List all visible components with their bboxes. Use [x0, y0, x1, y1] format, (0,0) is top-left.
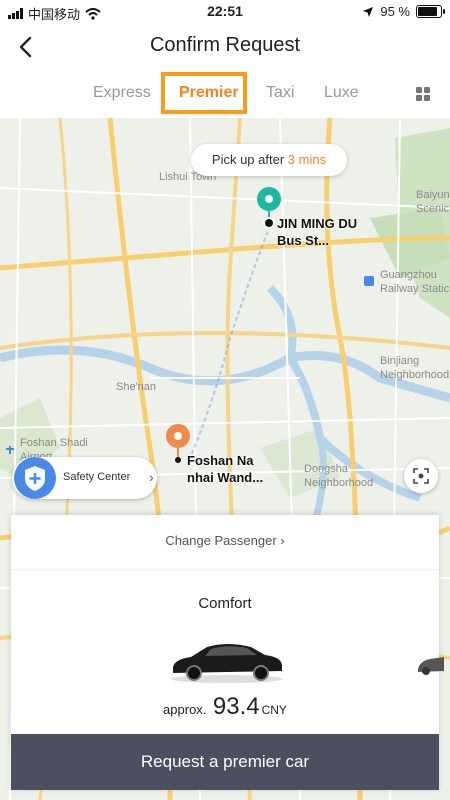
map-place-guangzhou-railway: Guangzhou Railway Static: [380, 269, 450, 295]
origin-label[interactable]: JIN MING DU Bus St...: [277, 215, 363, 249]
service-tabs: Express Premier Taxi Luxe: [0, 72, 450, 119]
change-passenger-label: Change Passenger: [165, 533, 277, 548]
pickup-eta-time: 3 mins: [287, 152, 327, 167]
shield-icon: [14, 457, 56, 499]
price-currency: CNY: [261, 703, 287, 717]
car-type-label: Comfort: [198, 595, 252, 612]
chevron-right-icon: ›: [280, 533, 285, 548]
recenter-icon: [413, 468, 429, 484]
map-place-dongsha: Dongsha Neighborhood: [304, 463, 374, 489]
tab-express[interactable]: Express: [93, 84, 151, 102]
change-passenger-link[interactable]: Change Passenger ›: [11, 533, 439, 548]
tab-taxi[interactable]: Taxi: [266, 84, 294, 102]
pickup-eta-prefix: Pick up after: [211, 152, 285, 167]
locate-me-button[interactable]: [404, 459, 438, 493]
grid-menu-icon[interactable]: [416, 87, 430, 101]
price-estimate: approx. 93.4 CNY: [11, 693, 439, 721]
map-place-shenan: She'nan: [116, 381, 157, 393]
tab-premier[interactable]: Premier: [179, 84, 239, 102]
nav-header: Confirm Request: [0, 24, 450, 68]
map-place-baiyun: Baiyun Scenic: [416, 189, 450, 215]
next-car-icon[interactable]: [416, 647, 444, 677]
safety-center-button[interactable]: Safety Center ›: [12, 457, 157, 499]
request-car-button[interactable]: Request a premier car: [11, 734, 439, 790]
divider: [11, 569, 439, 570]
battery-icon: [416, 5, 445, 18]
price-prefix: approx.: [163, 702, 207, 717]
status-bar: 中国移动 22:51 95 %: [0, 0, 450, 24]
location-arrow-icon: [363, 6, 374, 17]
car-icon[interactable]: [169, 637, 285, 685]
chevron-right-icon: ›: [149, 469, 154, 485]
battery-percent: 95 %: [380, 4, 410, 19]
destination-label[interactable]: Foshan Na nhai Wand...: [187, 452, 273, 486]
price-value: 93.4: [212, 693, 260, 720]
page-title: Confirm Request: [149, 34, 301, 56]
pickup-eta-bubble: Pick up after 3 mins: [191, 144, 347, 176]
safety-center-label: Safety Center: [63, 471, 131, 483]
tab-luxe[interactable]: Luxe: [324, 84, 359, 102]
map-place-binjiang: Binjiang Neighborhood: [380, 355, 450, 381]
